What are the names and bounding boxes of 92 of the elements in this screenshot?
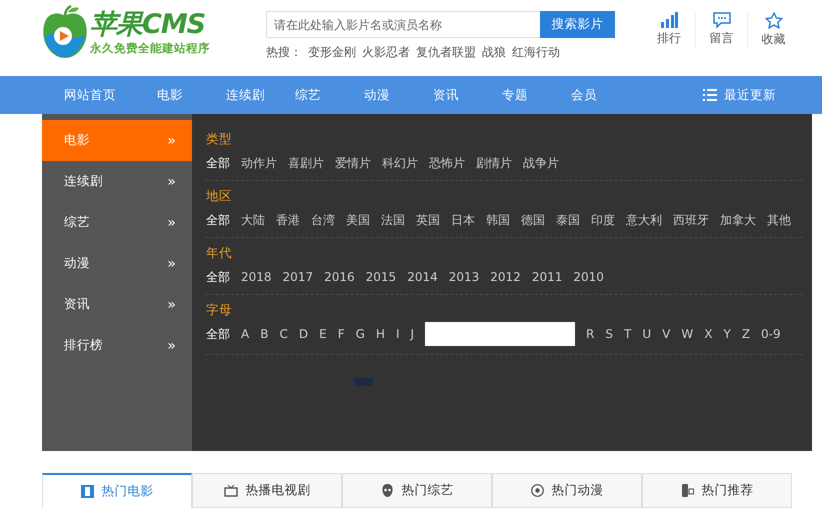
filter-option[interactable]: I bbox=[396, 325, 400, 346]
filter-option[interactable]: 西班牙 bbox=[673, 211, 709, 229]
filter-option[interactable]: 喜剧片 bbox=[288, 154, 324, 172]
filter-option[interactable]: 印度 bbox=[591, 211, 615, 229]
filter-option[interactable]: T bbox=[624, 325, 632, 346]
filter-option[interactable]: 全部 bbox=[206, 154, 230, 172]
logo-slogan: 永久免费全能建站程序 bbox=[90, 41, 210, 55]
filter-option[interactable]: 0-9 bbox=[761, 325, 781, 346]
mask-icon bbox=[380, 484, 394, 497]
search-button[interactable]: 搜索影片 bbox=[540, 11, 615, 38]
filter-option[interactable]: 德国 bbox=[521, 211, 545, 229]
signal-bars-icon bbox=[660, 12, 678, 28]
hot-search-link[interactable]: 红海行动 bbox=[512, 44, 560, 61]
filter-title: 类型 bbox=[206, 131, 233, 148]
filter-option[interactable]: 2016 bbox=[324, 268, 355, 286]
filter-option[interactable]: 加拿大 bbox=[720, 211, 756, 229]
filter-option[interactable]: 2010 bbox=[573, 268, 604, 286]
category-tab[interactable]: 热门动漫 bbox=[492, 473, 642, 508]
filter-option[interactable]: 2012 bbox=[490, 268, 521, 286]
filter-option[interactable]: 台湾 bbox=[311, 211, 335, 229]
filter-option[interactable]: 全部 bbox=[206, 268, 230, 286]
filter-option[interactable]: 2018 bbox=[241, 268, 272, 286]
filter-option[interactable]: 美国 bbox=[346, 211, 370, 229]
filter-option[interactable]: 其他 bbox=[767, 211, 791, 229]
filter-option[interactable]: E bbox=[319, 325, 327, 346]
filter-option[interactable]: 科幻片 bbox=[382, 154, 418, 172]
header-action-link[interactable]: 收藏 bbox=[747, 12, 799, 48]
filter-option[interactable]: J bbox=[410, 325, 414, 346]
filter-option[interactable]: 2015 bbox=[366, 268, 396, 286]
filter-option[interactable]: Y bbox=[723, 325, 731, 346]
hot-search-label: 热搜： bbox=[266, 44, 302, 61]
sidebar-item[interactable]: 综艺 » bbox=[42, 202, 192, 243]
logo-title: 苹果CMS bbox=[90, 9, 206, 41]
sidebar-item[interactable]: 动漫 » bbox=[42, 243, 192, 284]
filter-option[interactable]: F bbox=[338, 325, 345, 346]
filter-option[interactable]: R bbox=[586, 325, 594, 346]
header-action-link[interactable]: 留言 bbox=[695, 12, 747, 48]
list-icon bbox=[703, 89, 717, 101]
sidebar-item[interactable]: 排行榜 » bbox=[42, 325, 192, 366]
message-icon bbox=[712, 12, 730, 28]
filter-option[interactable]: 泰国 bbox=[556, 211, 580, 229]
filter-option[interactable]: U bbox=[642, 325, 652, 346]
filter-option[interactable]: 2017 bbox=[282, 268, 314, 286]
filter-option[interactable]: 法国 bbox=[381, 211, 405, 229]
filter-option[interactable]: 日本 bbox=[451, 211, 475, 229]
header-action-link[interactable]: 排行 bbox=[643, 12, 695, 48]
filter-option[interactable]: A bbox=[241, 325, 250, 346]
filter-option[interactable]: 香港 bbox=[276, 211, 300, 229]
filter-option[interactable]: 爱情片 bbox=[335, 154, 371, 172]
filter-option[interactable]: X bbox=[704, 325, 712, 346]
filter-option[interactable]: B bbox=[260, 325, 268, 346]
filter-option[interactable]: D bbox=[298, 325, 308, 346]
apple-logo-icon bbox=[42, 4, 88, 60]
hot-search-link[interactable]: 复仇者联盟 bbox=[416, 44, 476, 61]
filter-option[interactable]: Z bbox=[742, 325, 750, 346]
filter-option[interactable]: 2011 bbox=[532, 268, 562, 286]
search-field[interactable]: 请在此处输入影片名或演员名称 bbox=[266, 11, 540, 38]
disc-icon bbox=[530, 484, 544, 497]
filter-option[interactable]: 英国 bbox=[416, 211, 440, 229]
filter-option[interactable]: V bbox=[662, 325, 670, 346]
category-tab[interactable]: 热门电影 bbox=[42, 473, 192, 508]
category-tab[interactable]: 热播电视剧 bbox=[192, 473, 342, 508]
filter-option[interactable]: H bbox=[376, 325, 385, 346]
filter-option[interactable]: 全部 bbox=[206, 325, 230, 346]
filter-option[interactable]: C bbox=[279, 325, 288, 346]
filter-option[interactable]: 2014 bbox=[407, 268, 438, 286]
category-tab[interactable]: 热门推荐 bbox=[642, 473, 792, 508]
filter-option[interactable]: S bbox=[605, 325, 613, 346]
filter-option[interactable]: 意大利 bbox=[626, 211, 662, 229]
filter-option[interactable]: 战争片 bbox=[523, 154, 559, 172]
filter-option[interactable]: G bbox=[356, 325, 365, 346]
phone-icon bbox=[680, 484, 694, 497]
filter-title: 年代 bbox=[206, 245, 233, 262]
hot-search-link[interactable]: 战狼 bbox=[482, 44, 506, 61]
hot-search-link[interactable]: 火影忍者 bbox=[362, 44, 410, 61]
filter-option[interactable]: 大陆 bbox=[241, 211, 265, 229]
filter-option[interactable]: 韩国 bbox=[486, 211, 510, 229]
filter-option[interactable]: 动作片 bbox=[241, 154, 277, 172]
filter-option[interactable]: 2013 bbox=[448, 268, 480, 286]
star-icon bbox=[764, 12, 782, 29]
filter-option[interactable]: 恐怖片 bbox=[429, 154, 465, 172]
filter-option[interactable]: 全部 bbox=[206, 211, 230, 229]
filter-option[interactable]: W bbox=[681, 325, 694, 346]
sidebar-item[interactable]: 资讯 » bbox=[42, 284, 192, 325]
filter-title: 地区 bbox=[206, 188, 233, 205]
sidebar-item[interactable]: 连续剧 » bbox=[42, 161, 192, 202]
category-tab[interactable]: 热门综艺 bbox=[342, 473, 492, 508]
film-icon bbox=[80, 485, 94, 498]
hot-search-link[interactable]: 变形金刚 bbox=[308, 44, 356, 61]
tv-icon bbox=[224, 484, 238, 496]
filter-title: 字母 bbox=[206, 302, 233, 319]
filter-option[interactable]: 剧情片 bbox=[476, 154, 512, 172]
